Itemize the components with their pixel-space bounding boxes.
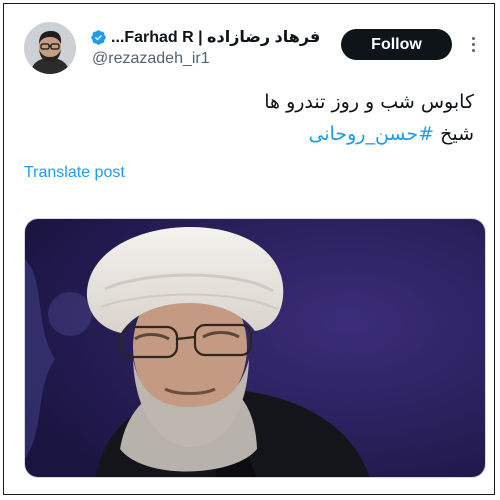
author-name-row[interactable]: فرهاد رضازاده | Farhad R... [90,26,330,48]
translate-post-link[interactable]: Translate post [24,164,125,182]
tweet-text: کابوس شب و روز تندرو ها شیخ #حسن_روحانی [34,86,474,150]
verified-badge-icon [91,29,106,45]
author-display-name[interactable]: فرهاد رضازاده | Farhad R... [111,27,320,47]
more-dots-icon[interactable] [466,32,480,56]
tweet-line-2-prefix: شیخ [434,123,474,145]
tweet-media-image[interactable] [24,218,486,478]
tweet-line-1: کابوس شب و روز تندرو ها [264,91,474,113]
tweet-card: فرهاد رضازاده | Farhad R... @rezazadeh_i… [3,3,495,495]
author-handle[interactable]: @rezazadeh_ir1 [92,50,210,68]
tweet-line-2: شیخ #حسن_روحانی [34,118,474,150]
avatar[interactable] [24,22,76,74]
hashtag-link[interactable]: #حسن_روحانی [308,123,434,145]
follow-button[interactable]: Follow [341,29,452,60]
